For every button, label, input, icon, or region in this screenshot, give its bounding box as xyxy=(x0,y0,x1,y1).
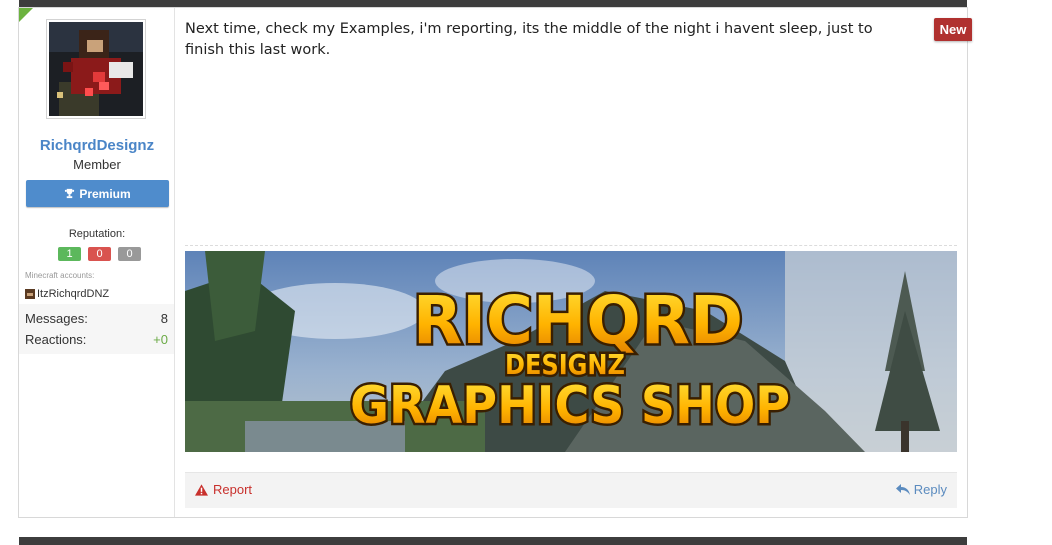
premium-badge[interactable]: Premium xyxy=(26,180,169,207)
reply-link[interactable]: Reply xyxy=(895,482,947,497)
trophy-icon xyxy=(65,188,75,199)
unread-corner-marker xyxy=(19,8,33,22)
user-stats: Messages: 8 Reactions: +0 xyxy=(19,304,174,354)
signature-banner: RICHQRD DESIGNZ GRAPHICS SHOP xyxy=(185,251,957,452)
report-label: Report xyxy=(213,482,253,497)
reputation-counters: 1 0 0 xyxy=(58,247,141,261)
reputation-label: Reputation: xyxy=(68,228,126,240)
avatar[interactable] xyxy=(46,19,146,119)
minecraft-head-icon xyxy=(25,289,35,299)
stat-messages: Messages: 8 xyxy=(25,308,168,329)
reputation-neutral: 0 xyxy=(118,247,141,261)
reply-icon xyxy=(895,484,910,495)
minecraft-account[interactable]: ItzRichqrdDNZ xyxy=(25,288,109,300)
avatar-image xyxy=(49,22,143,116)
post-actions-bar: Report Reply xyxy=(185,472,957,508)
minecraft-accounts-label: Minecraft accounts: xyxy=(25,271,95,280)
top-divider-bar xyxy=(19,0,967,7)
user-panel: RichqrdDesignz Member Premium Reputation… xyxy=(19,8,175,517)
warning-icon xyxy=(195,483,208,496)
report-link[interactable]: Report xyxy=(195,482,252,497)
reply-label: Reply xyxy=(913,482,947,497)
stat-messages-label: Messages: xyxy=(25,311,88,326)
forum-post: RichqrdDesignz Member Premium Reputation… xyxy=(18,7,972,518)
bottom-divider-bar xyxy=(19,537,967,545)
stat-reactions: Reactions: +0 xyxy=(25,329,168,350)
banner-image: RICHQRD DESIGNZ GRAPHICS SHOP xyxy=(185,251,957,452)
minecraft-account-name: ItzRichqrdDNZ xyxy=(37,288,110,300)
premium-label: Premium xyxy=(79,186,131,201)
stat-messages-value: 8 xyxy=(160,311,168,326)
user-title: Member xyxy=(73,157,121,172)
stat-reactions-label: Reactions: xyxy=(25,332,87,347)
reputation-negative: 0 xyxy=(88,247,111,261)
banner-line-3: GRAPHICS SHOP xyxy=(350,376,790,436)
signature-divider xyxy=(185,245,957,246)
reputation-positive: 1 xyxy=(58,247,81,261)
username-link[interactable]: RichqrdDesignz xyxy=(19,137,175,154)
post-message: Next time, check my Examples, i'm report… xyxy=(185,21,873,58)
stat-reactions-value: +0 xyxy=(153,332,168,347)
new-badge: New xyxy=(934,18,972,41)
